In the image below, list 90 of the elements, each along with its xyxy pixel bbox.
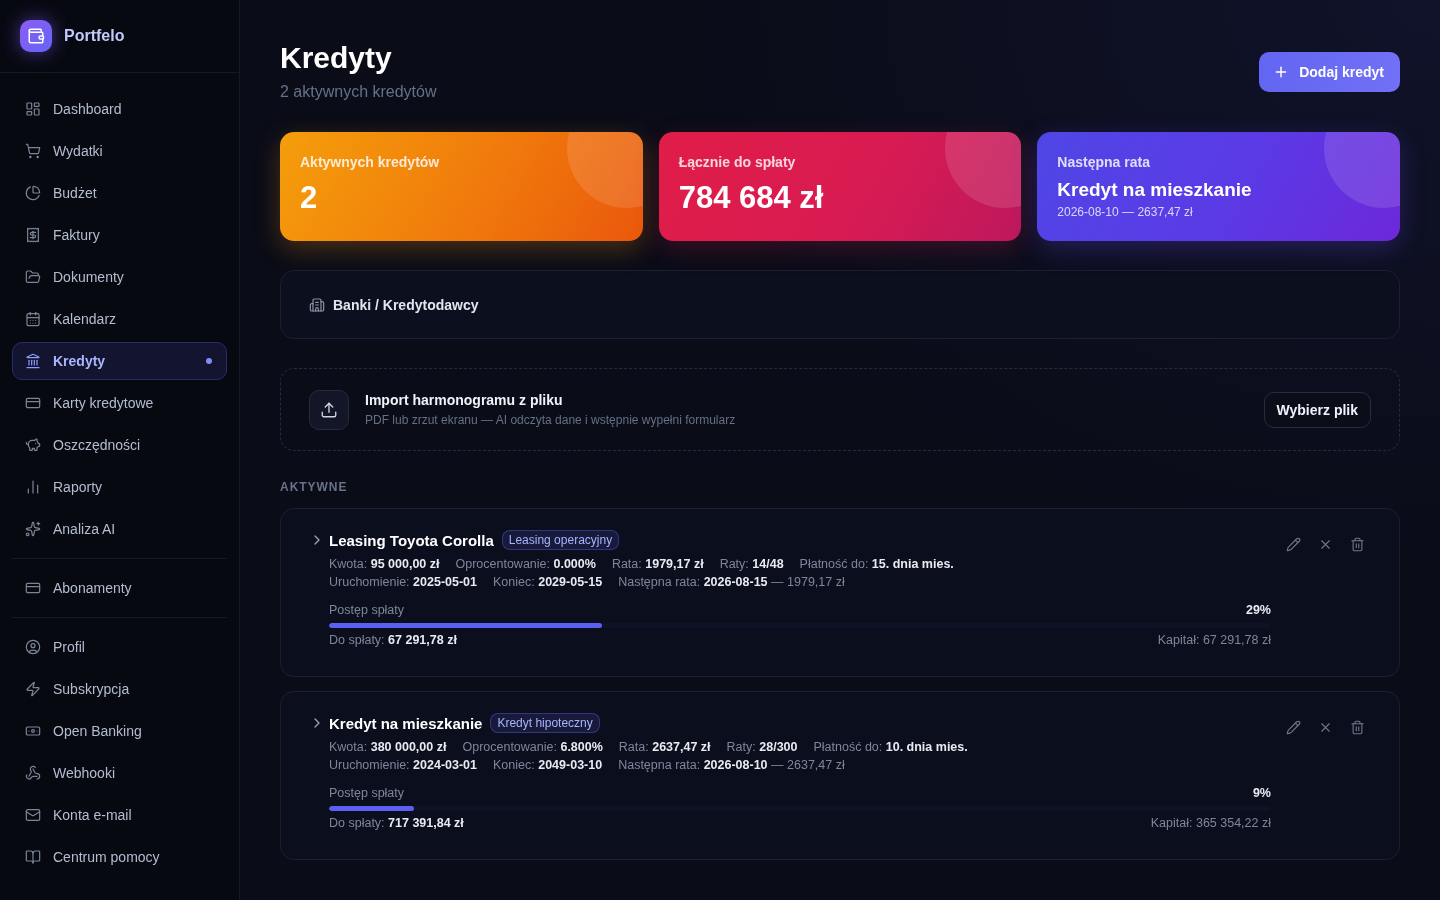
sidebar-item[interactable]: Centrum pomocy: [12, 838, 227, 876]
stat-value: 2: [300, 180, 319, 216]
webhook-icon: [25, 765, 41, 781]
import-description: PDF lub zrzut ekranu — AI odczyta dane i wstępnie wypełni formularz: [365, 412, 737, 428]
building-icon: [309, 296, 325, 313]
cart-icon: [25, 143, 41, 159]
loan-detail: Oprocentowanie: 6.800%: [462, 740, 603, 754]
sidebar-item[interactable]: Budżet: [12, 174, 227, 212]
stat-label: Następna rata: [1057, 153, 1151, 171]
lightning-icon: [25, 681, 41, 697]
upload-icon: [309, 389, 349, 430]
loan-detail: Koniec: 2049-03-10: [493, 758, 603, 772]
progress-percent: 29%: [1245, 602, 1271, 619]
sidebar-item[interactable]: Analiza AI: [12, 510, 227, 548]
sidebar-item[interactable]: Oszczędności: [12, 426, 227, 464]
sidebar-item[interactable]: Open Banking: [12, 712, 227, 750]
mail-icon: [25, 807, 41, 823]
sidebar-item[interactable]: Konta e-mail: [12, 796, 227, 834]
loan-detail: Uruchomienie: 2024-03-01: [329, 758, 478, 772]
sidebar-item[interactable]: Faktury: [12, 216, 227, 254]
remaining-amount: Do spłaty: 67 291,78 zł: [329, 632, 457, 649]
bank-icon: [25, 353, 41, 369]
stat-value: Kredyt na mieszkanie: [1057, 178, 1253, 202]
loan-detail: Rata: 2637,47 zł: [618, 740, 711, 754]
loan-detail: Kwota: 380 000,00 zł: [329, 740, 447, 754]
loan-detail: Uruchomienie: 2025-05-01: [329, 575, 478, 589]
pencil-icon: [1285, 719, 1301, 735]
stat-value: 784 684 zł: [678, 180, 825, 216]
user-icon: [25, 639, 41, 655]
bar-chart-icon: [25, 479, 41, 495]
banknote-icon: [25, 723, 41, 739]
capital-amount: Kapitał: 365 354,22 zł: [1150, 815, 1271, 832]
loan-type-badge: Kredyt hipoteczny: [490, 713, 600, 733]
pencil-icon: [1285, 536, 1301, 552]
sidebar-item[interactable]: Dokumenty: [12, 258, 227, 296]
remaining-amount: Do spłaty: 717 391,84 zł: [329, 815, 464, 832]
card-icon: [25, 395, 41, 411]
dashboard-icon: [25, 101, 41, 117]
sparkles-icon: [25, 521, 41, 537]
loan-detail: Rata: 1979,17 zł: [611, 557, 704, 571]
banks-title: Banki / Kredytodawcy: [333, 296, 479, 313]
loan-detail: Następna rata: 2026-08-10 — 2637,47 zł: [618, 758, 845, 772]
receipt-icon: [25, 227, 41, 243]
progress-label: Postęp spłaty: [329, 602, 405, 619]
loan-name: Leasing Toyota Corolla: [329, 531, 494, 549]
loan-name: Kredyt na mieszkanie: [329, 714, 483, 732]
folder-icon: [25, 269, 41, 285]
pie-chart-icon: [25, 185, 41, 201]
sidebar-item[interactable]: Kredyty: [12, 342, 227, 380]
loan-detail: Koniec: 2029-05-15: [493, 575, 603, 589]
loan-detail: Raty: 14/48: [719, 557, 784, 571]
piggy-bank-icon: [25, 437, 41, 453]
sidebar-item[interactable]: Abonamenty: [12, 569, 227, 607]
loan-detail: Płatność do: 10. dnia mies.: [813, 740, 968, 754]
sidebar-item[interactable]: Dashboard: [12, 90, 227, 128]
stat-label: Aktywnych kredytów: [300, 153, 441, 171]
trash-icon: [1349, 719, 1365, 735]
calendar-icon: [25, 311, 41, 327]
card-icon: [25, 580, 41, 596]
loan-detail: Oprocentowanie: 0.000%: [455, 557, 596, 571]
book-icon: [25, 849, 41, 865]
loan-detail: Płatność do: 15. dnia mies.: [799, 557, 954, 571]
loan-type-badge: Leasing operacyjny: [501, 530, 620, 550]
capital-amount: Kapitał: 67 291,78 zł: [1157, 632, 1271, 649]
loan-detail: Następna rata: 2026-08-15 — 1979,17 zł: [618, 575, 845, 589]
brand-name: Portfelo: [64, 27, 125, 45]
stat-detail: 2026-08-10 — 2637,47 zł: [1057, 204, 1194, 220]
sidebar-item[interactable]: Subskrypcja: [12, 670, 227, 708]
sidebar-item[interactable]: Kalendarz: [12, 300, 227, 338]
trash-icon: [1349, 536, 1365, 552]
page-title: Kredyty: [280, 40, 393, 76]
banks-panel[interactable]: Banki / Kredytodawcy: [280, 270, 1400, 339]
sidebar-item[interactable]: Wydatki: [12, 132, 227, 170]
add-loan-button[interactable]: Dodaj kredyt: [1259, 52, 1400, 92]
progress-label: Postęp spłaty: [329, 785, 405, 802]
section-label: AKTYWNE: [280, 479, 349, 495]
import-title: Import harmonogramu z pliku: [365, 391, 564, 409]
page-subtitle: 2 aktywnych kredytów: [280, 82, 437, 102]
sidebar-item[interactable]: Karty kredytowe: [12, 384, 227, 422]
progress-percent: 9%: [1252, 785, 1271, 802]
sidebar-item[interactable]: Profil: [12, 628, 227, 666]
sidebar-item[interactable]: Webhooki: [12, 754, 227, 792]
choose-file-button[interactable]: Wybierz plik: [1263, 391, 1371, 428]
active-dot-icon: [206, 358, 212, 364]
loan-detail: Kwota: 95 000,00 zł: [329, 557, 440, 571]
stat-label: Łącznie do spłaty: [678, 153, 797, 171]
sidebar-item[interactable]: Raporty: [12, 468, 227, 506]
loan-detail: Raty: 28/300: [726, 740, 798, 754]
import-dropzone[interactable]: Import harmonogramu z pliku PDF lub zrzut ekranu — AI odczyta dane i wstępnie wypełni formularz Wybierz plik: [280, 368, 1400, 451]
wallet-logo-icon: [20, 20, 52, 52]
